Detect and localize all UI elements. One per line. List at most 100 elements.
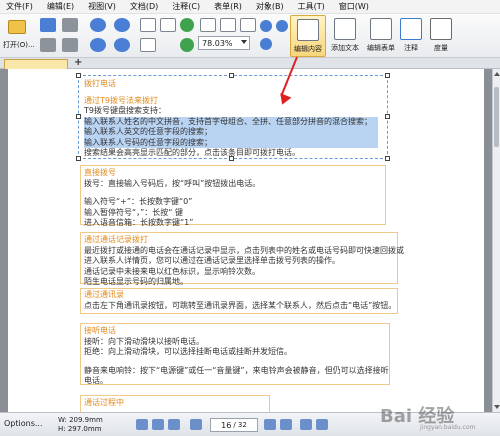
baidu-watermark-url: jingyan.baidu.com: [420, 424, 476, 431]
text-line: 输入符号“+”：长按数字键“0”: [84, 197, 193, 206]
main-toolbar: 打开(O)... 78.03% 编辑内容 添加文本 编辑表单 注释 度量: [0, 14, 500, 58]
resize-handle[interactable]: [76, 73, 81, 78]
add-text-icon: [334, 18, 356, 40]
text-block-direct-dial: 直接拨号 拨号：直接输入号码后，按“呼叫”按钮拨出电话。 输入符号“+”：长按数…: [84, 168, 378, 229]
scan-icon[interactable]: [62, 38, 78, 52]
section-heading: 通过通话记录拨打: [84, 235, 148, 244]
forward-icon[interactable]: [90, 38, 106, 52]
add-text-button[interactable]: 添加文本: [328, 15, 362, 57]
edit-content-icon: [297, 19, 319, 41]
menu-tools[interactable]: 工具(T): [298, 1, 325, 12]
text-line: 搜索结果会高亮显示匹配的部分，点击该条目即可拨打电话。: [84, 148, 300, 157]
page-total: / 32: [233, 421, 247, 429]
menu-view[interactable]: 视图(V): [88, 1, 116, 12]
measure-label: 度量: [434, 44, 448, 52]
print-icon[interactable]: [62, 18, 78, 32]
text-block-dialing: 拨打电话 通过T9拨号法来拨打 T9拨号键盘搜索支持： 输入联系人姓名的中文拼音…: [84, 79, 378, 159]
text-line: 拨号：直接输入号码后，按“呼叫”按钮拨出电话。: [84, 178, 261, 188]
text-line: [84, 189, 378, 197]
scroll-down-icon[interactable]: [494, 405, 500, 409]
rotate-left-icon[interactable]: [180, 18, 194, 32]
vertical-scrollbar[interactable]: [492, 69, 500, 412]
chevron-down-icon: [241, 40, 247, 44]
section-heading: 通过通讯录: [84, 290, 124, 299]
text-block-contacts: 通过通讯录 点击左下角通讯录按钮，可跳转至通讯录界面，选择某个联系人，然后点击“…: [84, 290, 397, 311]
measure-button[interactable]: 度量: [430, 15, 452, 57]
menu-edit[interactable]: 编辑(E): [47, 1, 74, 12]
zoom-value: 78.03%: [202, 38, 233, 48]
fit-page-icon[interactable]: [200, 18, 216, 32]
next-page-icon[interactable]: [264, 419, 276, 430]
resize-handle[interactable]: [385, 114, 390, 119]
edit-form-label: 编辑表单: [367, 44, 395, 52]
page-current: 16: [221, 420, 232, 430]
document-view[interactable]: 拨打电话 通过T9拨号法来拨打 T9拨号键盘搜索支持： 输入联系人姓名的中文拼音…: [0, 69, 492, 412]
annotation-label: 注释: [404, 44, 418, 52]
edit-form-icon: [370, 18, 392, 40]
actual-size-icon[interactable]: [240, 18, 256, 32]
text-line: 通话记录中未接来电以红色标识，显示响铃次数。: [84, 266, 260, 276]
first-page-icon[interactable]: [136, 419, 148, 430]
resize-handle[interactable]: [385, 73, 390, 78]
text-line: 最近拨打或接通的电话会在通话记录中显示，点击列表中的姓名或电话号码即可快速回拨或: [84, 245, 404, 255]
scroll-up-icon[interactable]: [494, 72, 500, 76]
back-icon[interactable]: [90, 18, 106, 32]
forward-view-icon[interactable]: [300, 419, 312, 430]
options-button[interactable]: Options...: [4, 419, 43, 428]
redo-icon[interactable]: [114, 38, 130, 52]
selected-text-line: 输入联系人姓名的中文拼音，支持首字母组合、全拼、任意部分拼音的混合搜索；: [84, 116, 378, 127]
text-line: 点击左下角通讯录按钮，可跳转至通讯录界面，选择某个联系人，然后点击“电话”按钮。: [84, 300, 397, 310]
resize-handle[interactable]: [385, 156, 390, 161]
menu-document[interactable]: 文档(D): [130, 1, 158, 12]
previous-page-icon[interactable]: [152, 419, 164, 430]
zoom-plus-icon[interactable]: [260, 38, 272, 50]
rotate-right-icon[interactable]: [180, 38, 194, 52]
page-number-input[interactable]: 16 / 32: [210, 418, 258, 432]
last-page-icon[interactable]: [280, 419, 292, 430]
menu-object[interactable]: 对象(B): [256, 1, 284, 12]
text-line: 输入暂停符号“，”：长按“ 键: [84, 207, 183, 217]
page-height: H: 297.0mm: [58, 425, 102, 433]
section-heading: 直接拨号: [84, 168, 116, 177]
new-tab-icon[interactable]: +: [74, 57, 82, 68]
zoom-in-icon[interactable]: [276, 20, 288, 32]
hand-tool-icon[interactable]: [140, 18, 156, 32]
pdf-page: 拨打电话 通过T9拨号法来拨打 T9拨号键盘搜索支持： 输入联系人姓名的中文拼音…: [8, 69, 484, 412]
edit-form-button[interactable]: 编辑表单: [364, 15, 398, 57]
open-button[interactable]: [6, 17, 28, 37]
edit-content-button[interactable]: 编辑内容: [290, 15, 326, 57]
section-heading: 通话过程中: [84, 398, 124, 407]
resize-handle[interactable]: [229, 73, 234, 78]
select-tool-icon[interactable]: [160, 18, 176, 32]
text-line: [84, 358, 378, 366]
menu-window[interactable]: 窗口(W): [339, 1, 369, 12]
text-block-in-call: 通话过程中: [84, 398, 378, 409]
text-line: 电话。: [84, 376, 108, 385]
text-line: 静音来电响铃：按下“电源键”或任一“音量键”，来电铃声会被静音，但仍可以选择接听: [84, 365, 389, 375]
zoom-out-icon[interactable]: [260, 20, 272, 32]
fit-width-icon[interactable]: [220, 18, 236, 32]
menu-form[interactable]: 表单(R): [214, 1, 242, 12]
edit-content-label: 编辑内容: [294, 45, 322, 53]
resize-handle[interactable]: [76, 156, 81, 161]
document-tab[interactable]: [4, 59, 68, 69]
measure-icon: [430, 18, 452, 40]
fit-view-icon[interactable]: [316, 419, 328, 430]
prev-page-arrow-icon[interactable]: [190, 419, 202, 430]
save-icon[interactable]: [40, 18, 56, 32]
menu-file[interactable]: 文件(F): [6, 1, 33, 12]
annotation-button[interactable]: 注释: [400, 15, 422, 57]
document-tab-strip: +: [0, 57, 500, 69]
text-line: 拒绝：向上滑动滑块，可以选择挂断电话或挂断并发短信。: [84, 347, 292, 356]
snapshot-icon[interactable]: [140, 38, 156, 52]
zoom-select[interactable]: 78.03%: [198, 36, 250, 50]
undo-icon[interactable]: [114, 18, 130, 32]
text-line: 接听：向下滑动滑块以接听电话。: [84, 336, 204, 346]
scroll-thumb[interactable]: [494, 87, 499, 147]
menu-comment[interactable]: 注释(C): [172, 1, 200, 12]
back-view-icon[interactable]: [168, 419, 180, 430]
text-line: 进入语音信箱：长按数字键“1”: [84, 218, 194, 227]
selected-text-line: 输入联系人英文的任意字段的搜索；: [84, 127, 378, 138]
resize-handle[interactable]: [76, 114, 81, 119]
email-icon[interactable]: [40, 38, 56, 52]
